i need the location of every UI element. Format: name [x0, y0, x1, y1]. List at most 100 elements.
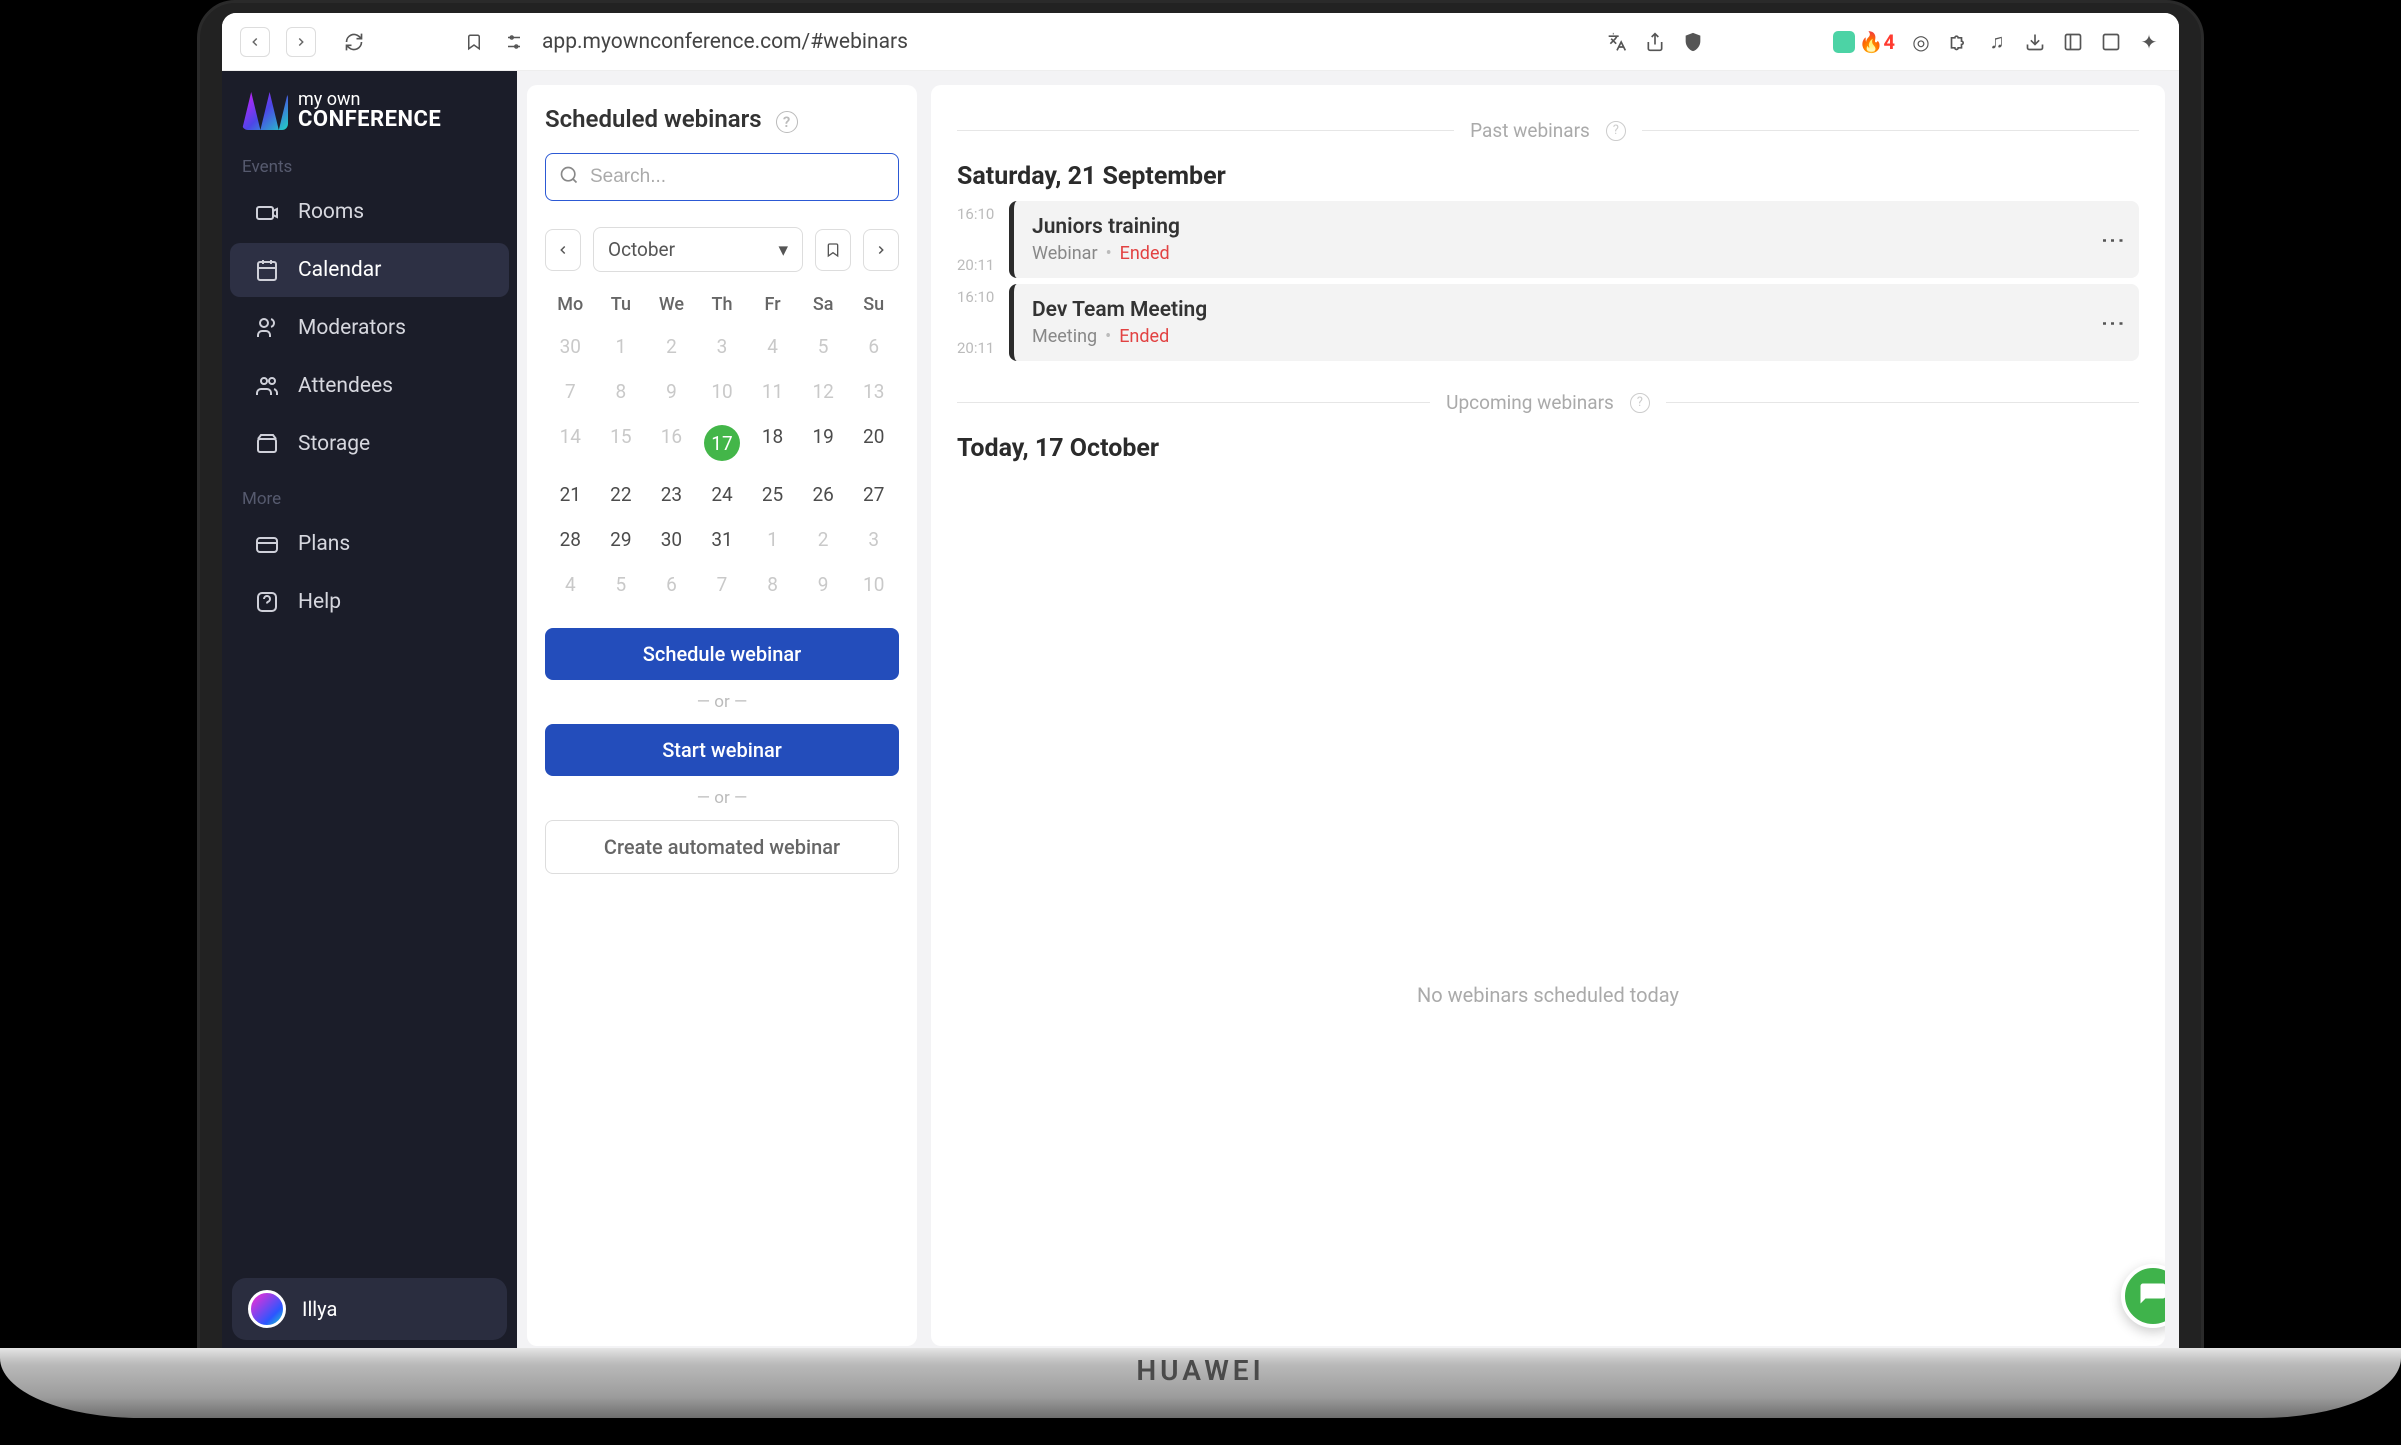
calendar-day: 7 [697, 565, 748, 604]
download-icon[interactable] [2023, 30, 2047, 54]
today-button[interactable] [815, 229, 851, 271]
bookmark-icon[interactable] [462, 30, 486, 54]
leo-icon[interactable]: ✦ [2137, 30, 2161, 54]
laptop-brand: HUAWEI [0, 1354, 2401, 1387]
storage-icon [254, 431, 280, 457]
calendar-day: 5 [798, 327, 849, 366]
calendar-day: 10 [697, 372, 748, 411]
puzzle-icon[interactable] [1947, 30, 1971, 54]
forward-button[interactable] [286, 27, 316, 57]
avatar [248, 1290, 286, 1328]
extension-icon [1833, 31, 1855, 53]
calendar-day: 6 [848, 327, 899, 366]
logo: my own CONFERENCE [222, 71, 517, 141]
calendar-day[interactable]: 21 [545, 475, 596, 514]
help-icon[interactable]: ? [1630, 393, 1650, 413]
calendar-day[interactable]: 29 [596, 520, 647, 559]
reload-icon[interactable] [342, 30, 366, 54]
calendar-day[interactable]: 19 [798, 417, 849, 469]
calendar-day[interactable]: 23 [646, 475, 697, 514]
tune-icon[interactable] [502, 30, 526, 54]
prev-month-button[interactable] [545, 229, 581, 271]
calendar-dow: Tu [596, 288, 647, 321]
calendar-day: 30 [545, 327, 596, 366]
event-start-time: 16:10 [957, 288, 1009, 306]
sidebar-item-attendees[interactable]: Attendees [230, 359, 509, 413]
or-separator: — or — [545, 692, 899, 712]
calendar-day: 8 [596, 372, 647, 411]
back-button[interactable] [240, 27, 270, 57]
event-card[interactable]: Juniors training Webinar•Ended ⋮ [1009, 201, 2139, 278]
calendar-day: 11 [747, 372, 798, 411]
help-icon [254, 589, 280, 615]
schedule-webinar-button[interactable]: Schedule webinar [545, 628, 899, 680]
start-webinar-button[interactable]: Start webinar [545, 724, 899, 776]
sidebar-item-label: Help [298, 590, 341, 614]
rooms-icon [254, 199, 280, 225]
next-month-button[interactable] [863, 229, 899, 271]
month-select[interactable]: October ▾ [593, 227, 803, 272]
brave-shield-icon[interactable] [1681, 30, 1705, 54]
calendar-day[interactable]: 31 [697, 520, 748, 559]
nav-section-more: More [222, 473, 517, 515]
music-icon[interactable]: ♫ [1985, 30, 2009, 54]
calendar-day[interactable]: 27 [848, 475, 899, 514]
no-events-text: No webinars scheduled today [957, 983, 2139, 1007]
event-end-time: 20:11 [957, 339, 1009, 357]
chat-fab[interactable] [2121, 1264, 2165, 1328]
calendar-day[interactable]: 18 [747, 417, 798, 469]
sidebar-icon[interactable] [2061, 30, 2085, 54]
nav-section-events: Events [222, 141, 517, 183]
calendar-dow: Su [848, 288, 899, 321]
calendar-day: 4 [545, 565, 596, 604]
calendar-day: 4 [747, 327, 798, 366]
search-input[interactable] [545, 153, 899, 201]
webinars-main: Past webinars ? Saturday, 21 September 1… [931, 85, 2165, 1346]
window-icon[interactable] [2099, 30, 2123, 54]
calendar-day[interactable]: 26 [798, 475, 849, 514]
calendar-day[interactable]: 28 [545, 520, 596, 559]
extension-badge[interactable]: 🔥4 [1833, 30, 1895, 54]
event-card[interactable]: Dev Team Meeting Meeting•Ended ⋮ [1009, 284, 2139, 361]
calendar-day: 5 [596, 565, 647, 604]
calendar-day[interactable]: 24 [697, 475, 748, 514]
create-automated-webinar-button[interactable]: Create automated webinar [545, 820, 899, 874]
share-icon[interactable] [1643, 30, 1667, 54]
calendar-day: 10 [848, 565, 899, 604]
sidebar-item-label: Calendar [298, 258, 381, 282]
help-icon[interactable]: ? [1606, 121, 1626, 141]
calendar-day: 2 [798, 520, 849, 559]
calendar-dow: Sa [798, 288, 849, 321]
calendar-day[interactable]: 17 [697, 417, 748, 469]
calendar-day[interactable]: 25 [747, 475, 798, 514]
sidebar-item-rooms[interactable]: Rooms [230, 185, 509, 239]
calendar-icon [254, 257, 280, 283]
user-profile[interactable]: Illya [232, 1278, 507, 1340]
logo-text: my own CONFERENCE [298, 91, 441, 131]
sidebar-item-storage[interactable]: Storage [230, 417, 509, 471]
event-block: 16:10 20:11 Dev Team Meeting Meeting•End… [957, 284, 2139, 361]
more-options-icon[interactable]: ⋮ [2099, 311, 2127, 334]
sidebar-item-calendar[interactable]: Calendar [230, 243, 509, 297]
calendar-day[interactable]: 22 [596, 475, 647, 514]
event-title: Dev Team Meeting [1032, 298, 1207, 322]
sidebar-item-help[interactable]: Help [230, 575, 509, 629]
sidebar-item-plans[interactable]: Plans [230, 517, 509, 571]
wallet-icon[interactable]: ◎ [1909, 30, 1933, 54]
translate-icon[interactable] [1605, 30, 1629, 54]
sidebar-item-label: Attendees [298, 374, 393, 398]
sidebar-item-moderators[interactable]: Moderators [230, 301, 509, 355]
calendar-day[interactable]: 20 [848, 417, 899, 469]
help-icon[interactable]: ? [776, 111, 798, 133]
calendar-day[interactable]: 30 [646, 520, 697, 559]
more-options-icon[interactable]: ⋮ [2099, 228, 2127, 251]
url-text[interactable]: app.myownconference.com/#webinars [542, 30, 1589, 54]
panel-title: Scheduled webinars ? [545, 105, 899, 133]
calendar-day: 1 [747, 520, 798, 559]
extension-count: 🔥4 [1859, 30, 1895, 54]
calendar-day: 13 [848, 372, 899, 411]
event-subtitle: Webinar•Ended [1032, 243, 1180, 264]
sidebar-item-label: Moderators [298, 316, 406, 340]
event-time-column: 16:10 20:11 [957, 201, 1009, 278]
calendar-grid: MoTuWeThFrSaSu30123456789101112131415161… [545, 288, 899, 604]
